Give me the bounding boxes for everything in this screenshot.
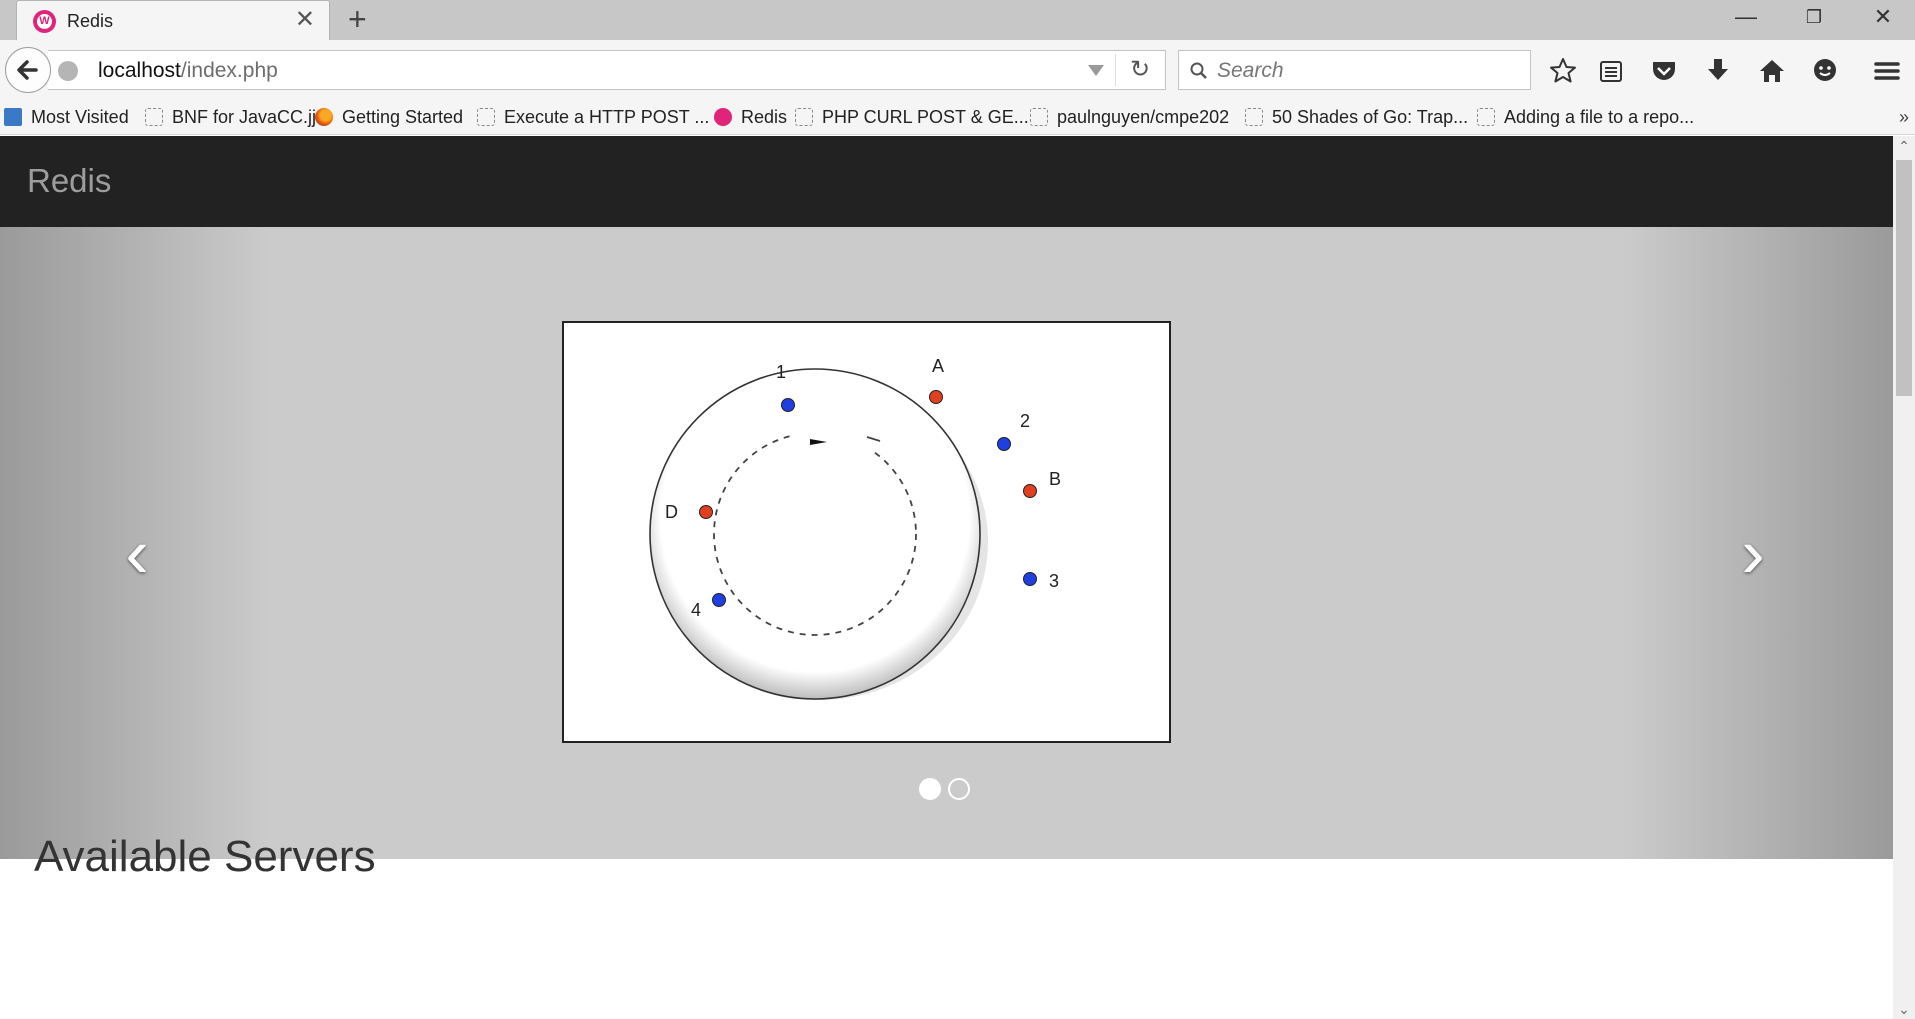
url-bar[interactable]: localhost/index.php ↻ [48,50,1166,90]
navbar-brand[interactable]: Redis [27,162,111,200]
bookmark-item[interactable]: Execute a HTTP POST ... [477,100,709,134]
dashed-gap [794,421,874,451]
back-button[interactable] [5,47,51,93]
blank-page-icon [145,108,163,126]
carousel-indicator-1[interactable] [919,778,941,800]
bookmarks-menu-icon[interactable] [1594,54,1628,88]
search-placeholder: Search [1217,59,1284,82]
blank-page-icon [477,108,495,126]
server-node-1 [781,398,795,412]
site-navbar: Redis [0,136,1893,227]
hamburger-menu-icon[interactable] [1870,54,1904,88]
home-icon[interactable] [1755,54,1789,88]
bookmark-item[interactable]: Redis [714,100,787,134]
server-node-2 [997,437,1011,451]
tab-title: Redis [67,11,114,31]
label-d: D [665,502,678,522]
bookmark-item[interactable]: PHP CURL POST & GE... [795,100,1029,134]
url-history-dropdown-icon[interactable] [1088,65,1104,76]
blank-page-icon [1245,108,1263,126]
carousel: 1 A 2 B 3 D 4 ‹ › [0,227,1893,859]
page-scrollbar[interactable]: ⌃ ⌄ [1893,136,1915,1019]
bookmark-most-visited[interactable]: Most Visited [4,100,129,134]
tab-strip: W Redis ✕ + — ❐ ✕ [0,0,1915,41]
reload-icon[interactable]: ↻ [1130,55,1150,84]
scrollbar-thumb[interactable] [1896,160,1912,396]
bookmarks-overflow-icon[interactable]: » [1899,100,1909,134]
label-b: B [1049,469,1061,489]
scroll-up-icon[interactable]: ⌃ [1893,136,1915,156]
bookmark-item[interactable]: paulnguyen/cmpe202 [1030,100,1229,134]
url-text[interactable]: localhost/index.php [98,59,278,83]
carousel-next-chevron-icon[interactable]: › [1728,518,1778,588]
section-heading: Available Servers [34,832,376,881]
pocket-icon[interactable] [1647,54,1681,88]
blank-page-icon [795,108,813,126]
bookmark-item[interactable]: 50 Shades of Go: Trap... [1245,100,1468,134]
blank-page-icon [1030,108,1048,126]
consistent-hashing-ring-diagram: 1 A 2 B 3 D 4 [649,356,1061,700]
most-visited-icon [4,108,22,126]
navigation-toolbar: localhost/index.php ↻ Search [0,40,1915,100]
hello-chat-icon[interactable] [1808,54,1842,88]
url-separator [1115,54,1116,86]
label-2: 2 [1020,411,1030,431]
downloads-icon[interactable] [1701,54,1735,88]
label-4: 4 [691,600,701,620]
bookmark-star-icon[interactable] [1546,54,1580,88]
scroll-down-icon[interactable]: ⌄ [1893,999,1915,1019]
carousel-slide-image: 1 A 2 B 3 D 4 [562,321,1171,743]
bookmark-item[interactable]: BNF for JavaCC.jj [145,100,316,134]
minimize-button[interactable]: — [1718,0,1774,34]
site-identity-icon[interactable] [58,61,78,81]
bookmarks-toolbar: Most Visited BNF for JavaCC.jj Getting S… [0,100,1915,135]
server-node-4 [712,593,726,607]
bookmark-item[interactable]: Getting Started [315,100,463,134]
key-node-d [699,505,713,519]
server-node-3 [1023,572,1037,586]
blank-page-icon [1477,108,1495,126]
carousel-indicators [919,778,971,802]
new-tab-button[interactable]: + [348,1,367,37]
search-bar[interactable]: Search [1178,50,1531,90]
close-tab-icon[interactable]: ✕ [295,6,315,34]
browser-tab[interactable]: W Redis ✕ [16,0,330,41]
key-node-b [1023,484,1037,498]
wamp-favicon-icon: W [33,10,56,33]
bookmark-item[interactable]: Adding a file to a repo... [1477,100,1694,134]
label-1: 1 [776,362,786,382]
hash-ring [649,368,981,700]
wamp-favicon-icon [714,108,732,126]
carousel-indicator-2[interactable] [948,778,970,800]
label-a: A [932,356,944,376]
search-icon [1190,62,1207,79]
label-3: 3 [1049,571,1059,591]
firefox-icon [315,108,333,126]
restore-button[interactable]: ❐ [1786,0,1842,34]
page-content: Redis 1 A 2 B 3 D 4 ‹ › [0,136,1893,1019]
carousel-prev-chevron-icon[interactable]: ‹ [112,518,162,588]
key-node-a [929,390,943,404]
close-window-button[interactable]: ✕ [1855,0,1911,34]
back-arrow-icon [17,60,38,80]
